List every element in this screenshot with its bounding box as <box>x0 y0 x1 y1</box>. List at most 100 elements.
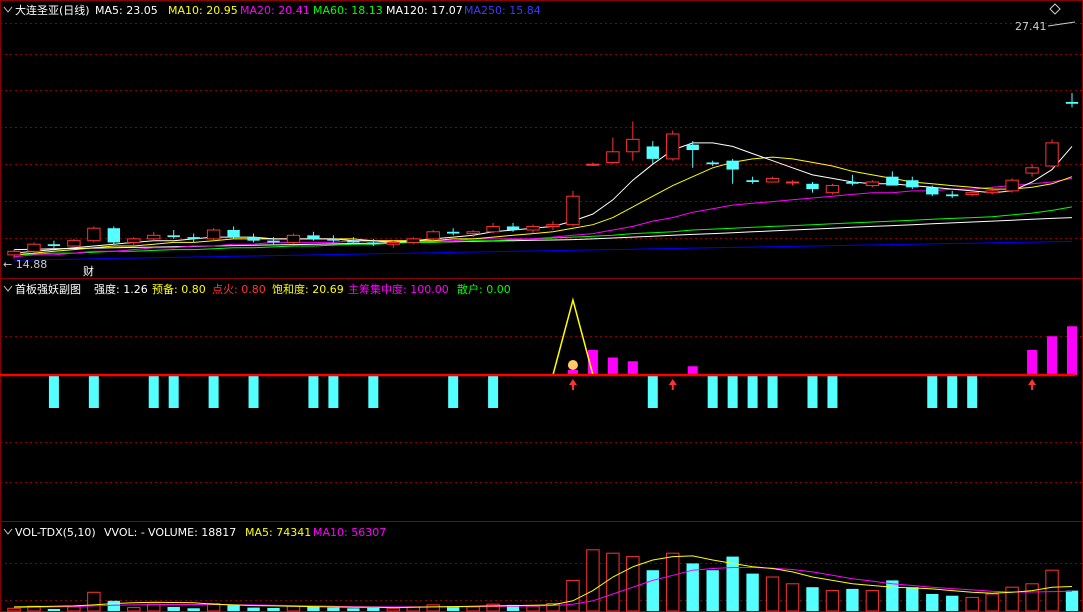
volume-bar-up <box>286 605 301 612</box>
volume-bar-up <box>566 579 580 612</box>
indicator-bar-up <box>607 357 618 375</box>
indicator-bar-up <box>687 366 698 375</box>
volume-bar-up <box>965 596 979 612</box>
volume-bar-up <box>466 606 480 612</box>
collapse-icon[interactable] <box>3 6 13 13</box>
volume-bar-down <box>726 556 739 611</box>
candle-body-up <box>666 133 680 160</box>
candle-body-up <box>406 238 420 243</box>
candle-body-down <box>726 160 739 170</box>
volume-legend-2: MA5: 74341 <box>245 526 311 539</box>
diamond-icon[interactable] <box>1049 3 1061 15</box>
ma250-line <box>13 240 1073 261</box>
collapse-icon[interactable] <box>3 528 13 535</box>
volume-bar-up <box>147 603 161 612</box>
indicator-bar-down <box>488 375 499 408</box>
candle-body-down <box>307 235 320 239</box>
volume-bar-up <box>87 591 101 612</box>
indicator-legend-5: 散户: 0.00 <box>457 282 511 296</box>
volume-bar-down <box>926 594 939 611</box>
volume-bar-up <box>486 603 500 612</box>
volume-bar-up <box>1045 569 1059 612</box>
candlestick-series <box>7 93 1079 259</box>
candle-body-down <box>706 162 719 165</box>
indicator-bar-up <box>1067 326 1077 375</box>
volume-bar-down <box>227 604 240 611</box>
candle-body-down <box>746 180 759 182</box>
candle-body-up <box>426 231 440 240</box>
candle-body-down <box>187 237 200 239</box>
up-arrow-icon <box>668 379 677 390</box>
indicator-bar-down <box>727 375 738 408</box>
main-header: 大连圣亚(日线) MA5: 23.05 MA10: 20.95 MA20: 20… <box>3 3 1076 278</box>
candle-body-up <box>386 241 400 245</box>
panel-frame <box>0 0 1083 612</box>
volume-bar-down <box>906 587 919 611</box>
main-ma-legend-2: MA20: 20.41 <box>240 4 310 17</box>
stock-title: 大连圣亚(日线) <box>15 3 90 17</box>
indicator-bar-down <box>148 375 159 408</box>
candle-body-down <box>926 187 939 195</box>
indicator-legend-2: 点火: 0.80 <box>212 283 266 296</box>
candle-body-up <box>785 181 800 184</box>
volume-bar-up <box>386 607 400 612</box>
collapse-icon[interactable] <box>3 285 13 292</box>
indicator-bar-down <box>807 375 818 408</box>
volume-title: VOL-TDX(5,10) <box>15 526 96 539</box>
indicator-bar-down <box>88 375 99 408</box>
candle-body-up <box>27 243 41 252</box>
main-ma-legend-1: MA10: 20.95 <box>168 4 238 17</box>
volume-legend-0: VVOL: - <box>104 526 145 539</box>
indicator-series <box>0 297 1077 408</box>
volume-bar-up <box>7 607 21 612</box>
volume-bar-up <box>526 605 540 612</box>
indicator-bar-down <box>248 375 259 408</box>
candle-body-down <box>646 146 659 159</box>
candle-body-up <box>286 234 301 243</box>
candle-body-up <box>67 240 81 247</box>
indicator-grid <box>0 336 1083 483</box>
volume-bar-up <box>606 552 620 612</box>
low-price-label: ← 14.88 <box>3 258 47 271</box>
volume-bar-up <box>626 556 640 612</box>
volume-bar-down <box>886 580 899 611</box>
volume-bar-up <box>426 604 440 612</box>
volume-bar-up <box>127 607 141 612</box>
indicator-bar-down <box>368 375 379 408</box>
candle-body-down <box>506 226 520 230</box>
candle-body-up <box>546 224 560 227</box>
indicator-bar-down <box>967 375 978 408</box>
main-grid <box>0 23 1083 239</box>
indicator-bar-down <box>927 375 938 408</box>
candle-body-up <box>87 227 101 242</box>
candle-body-down <box>946 194 959 197</box>
volume-bar-down <box>706 570 719 611</box>
candle-body-up <box>965 192 979 195</box>
volume-bar-down <box>247 607 260 611</box>
indicator-bar-down <box>647 375 658 408</box>
volume-bar-down <box>47 608 61 611</box>
indicator-legend-1: 预备: 0.80 <box>152 282 206 296</box>
candle-body-down <box>267 240 280 243</box>
candle-body-down <box>1065 102 1079 104</box>
volume-bar-down <box>646 570 659 611</box>
candle-body-up <box>825 185 840 194</box>
candle-body-up <box>566 195 580 226</box>
volume-bar-down <box>167 606 180 611</box>
candle-body-down <box>686 144 699 150</box>
indicator-bar-up <box>1047 336 1058 375</box>
candle-body-up <box>526 225 540 231</box>
candle-body-down <box>347 240 360 243</box>
indicator-legend-0: 强度: 1.26 <box>94 282 148 296</box>
volume-bar-down <box>347 608 360 611</box>
volume-bar-down <box>1065 590 1079 611</box>
candle-body-up <box>586 163 600 166</box>
candle-body-down <box>47 244 61 246</box>
candle-body-down <box>886 176 899 186</box>
candle-body-up <box>985 190 999 194</box>
candle-body-up <box>147 234 161 240</box>
volume-bar-down <box>946 595 959 611</box>
indicator-bar-down <box>168 375 179 408</box>
indicator-bar-down <box>707 375 718 408</box>
indicator-bar-down <box>208 375 219 408</box>
